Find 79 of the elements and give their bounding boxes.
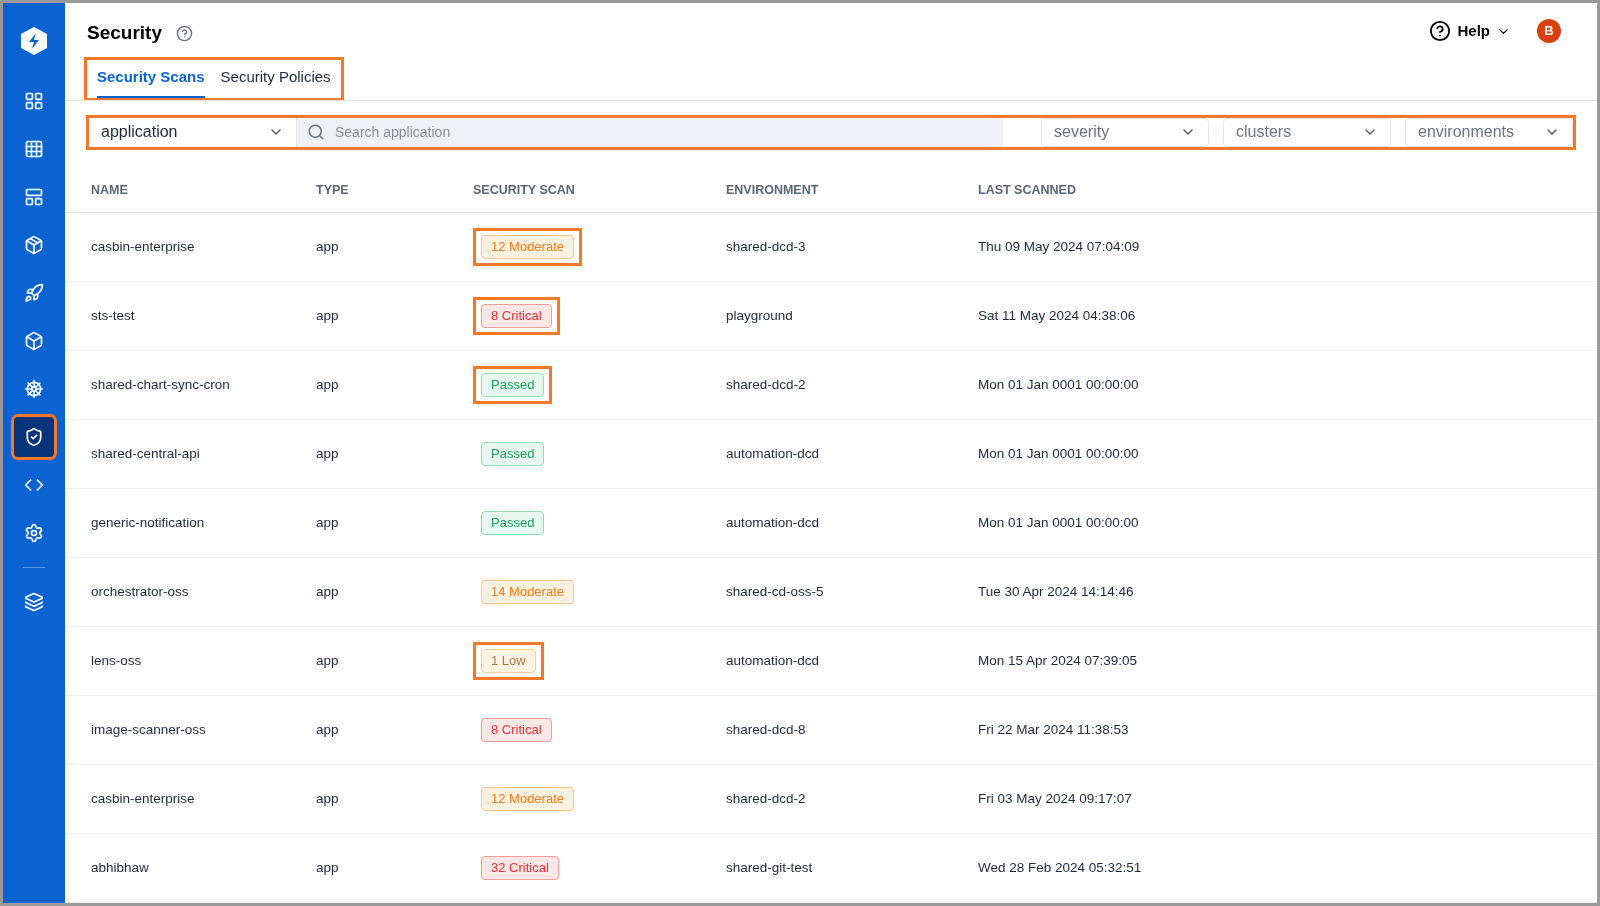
shield-check-icon [24, 427, 44, 447]
table-cell-text: app [316, 444, 340, 463]
table-cell-text: Fri 22 Mar 2024 11:38:53 [978, 720, 1130, 739]
table-cell-text: abhibhaw [91, 858, 150, 877]
table-cell-text: Tue 30 Apr 2024 14:14:46 [978, 582, 1135, 601]
table-cell-text: shared-cd-oss-5 [726, 582, 825, 601]
table-cell-text: shared-git-test [726, 858, 814, 877]
table-cell-text: Thu 09 May 2024 07:04:09 [978, 237, 1141, 256]
table-cell-text: app [316, 858, 340, 877]
tab[interactable]: Security Policies [220, 59, 331, 98]
severity-tag: Passed [481, 442, 545, 466]
severity-tag: Passed [481, 373, 545, 397]
search-icon [307, 123, 325, 142]
table-cell-text: automation-dcd [726, 444, 821, 463]
table-cell-text: app [316, 720, 340, 739]
severity-tag: 32 Critical [481, 856, 559, 880]
severity-tag: 8 Critical [481, 718, 552, 742]
filter-dropdown[interactable]: severity [1041, 117, 1209, 147]
severity-tag: 14 Moderate [481, 580, 574, 604]
avatar[interactable]: B [1537, 19, 1561, 43]
rocket-icon [24, 283, 44, 303]
table-cell-text: app [316, 237, 340, 256]
column-header: SECURITY SCAN [473, 182, 576, 200]
wheel-icon [24, 379, 44, 399]
tab[interactable]: Security Scans [97, 59, 205, 98]
table-cell-text: shared-dcd-8 [726, 720, 807, 739]
help-icon[interactable] [176, 24, 193, 42]
table-cell-text: Sat 11 May 2024 04:38:06 [978, 306, 1137, 325]
table-cell-text: casbin-enterprise [91, 237, 196, 256]
table-cell-text: app [316, 306, 340, 325]
table-cell-text: shared-dcd-3 [726, 237, 807, 256]
cube-icon [24, 331, 44, 351]
logo-icon[interactable] [18, 25, 50, 57]
grid-chart-icon [24, 139, 44, 159]
table-cell-text: Mon 01 Jan 0001 00:00:00 [978, 375, 1140, 394]
table-cell-text: playground [726, 306, 794, 325]
table-cell-text: app [316, 513, 340, 532]
table-cell-text: Mon 15 Apr 2024 07:39:05 [978, 651, 1139, 670]
sidebar-item[interactable] [14, 417, 54, 457]
table-cell-text: orchestrator-oss [91, 582, 190, 601]
help-icon [1429, 20, 1452, 42]
severity-tag: 1 Low [481, 649, 536, 673]
severity-tag: 12 Moderate [481, 235, 574, 259]
table-cell-text: shared-central-api [91, 444, 201, 463]
help-button[interactable]: Help [1429, 19, 1511, 43]
filter-dropdown[interactable]: clusters [1223, 117, 1391, 147]
table-cell-text: sts-test [91, 306, 136, 325]
table-cell-text: app [316, 789, 340, 808]
search-field[interactable]: Search application [297, 117, 1003, 147]
layers-icon [24, 592, 44, 612]
filter-dropdown[interactable]: environments [1405, 117, 1573, 147]
package-icon [24, 235, 44, 255]
table-cell-text: Wed 28 Feb 2024 05:32:51 [978, 858, 1143, 877]
column-header: ENVIRONMENT [726, 182, 820, 200]
table-cell-text: Mon 01 Jan 0001 00:00:00 [978, 513, 1140, 532]
settings-icon [24, 523, 44, 543]
table-cell-text: Mon 01 Jan 0001 00:00:00 [978, 444, 1140, 463]
column-header: LAST SCANNED [978, 182, 1077, 200]
table-cell-text: image-scanner-oss [91, 720, 207, 739]
column-header: TYPE [316, 182, 350, 200]
severity-tag: 8 Critical [481, 304, 552, 328]
table-cell-text: app [316, 582, 340, 601]
table-cell-text: Fri 03 May 2024 09:17:07 [978, 789, 1133, 808]
table-icon [24, 187, 44, 207]
table-cell-text: shared-dcd-2 [726, 375, 807, 394]
table-cell-text: generic-notification [91, 513, 206, 532]
table-cell-text: automation-dcd [726, 651, 821, 670]
column-header: NAME [91, 182, 129, 200]
table-cell-text: casbin-enterprise [91, 789, 196, 808]
page-title: Security [87, 21, 162, 45]
severity-tag: 12 Moderate [481, 787, 574, 811]
table-cell-text: app [316, 651, 340, 670]
table-cell-text: shared-dcd-2 [726, 789, 807, 808]
table-cell-text: app [316, 375, 340, 394]
table-cell-text: automation-dcd [726, 513, 821, 532]
table-cell-text: shared-chart-sync-cron [91, 375, 231, 394]
severity-tag: Passed [481, 511, 545, 535]
table-cell-text: lens-oss [91, 651, 143, 670]
grid-icon [24, 91, 44, 111]
